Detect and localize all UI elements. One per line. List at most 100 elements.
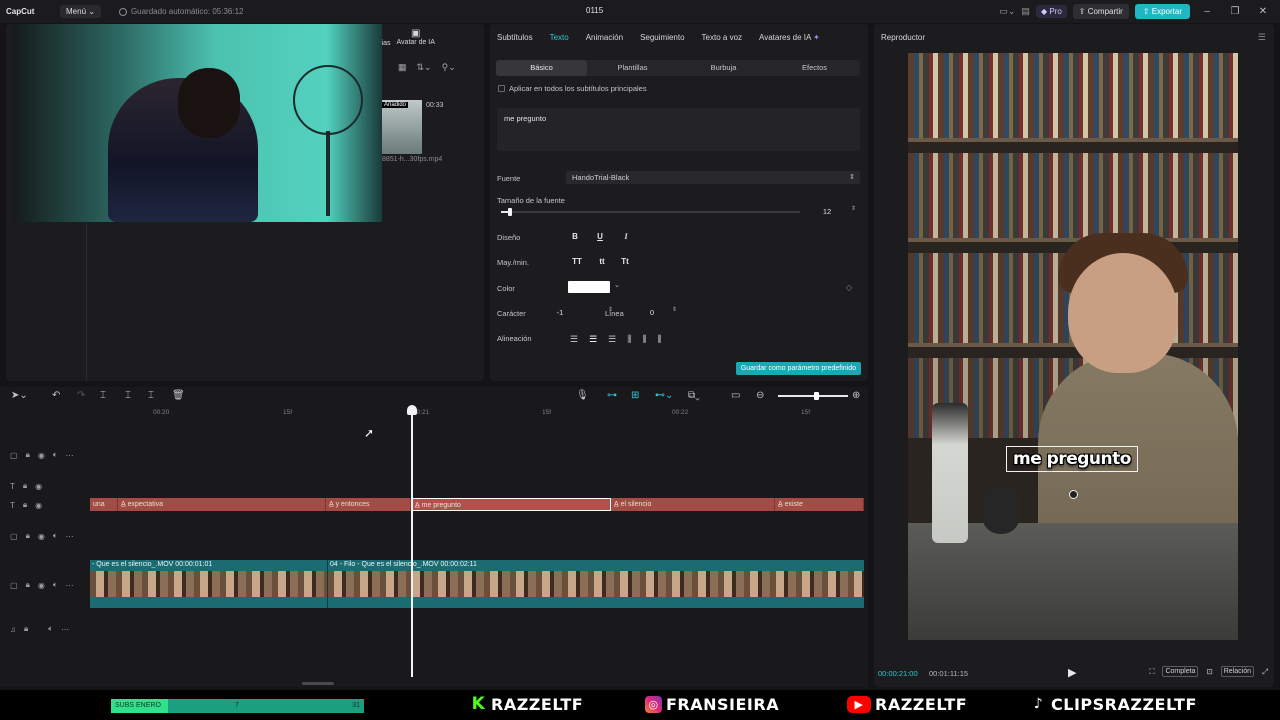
align-left-icon[interactable]: ☰ xyxy=(570,334,578,345)
preview-axis-icon[interactable]: ⊷⌄ xyxy=(655,390,673,401)
play-icon[interactable]: ▶ xyxy=(1068,666,1076,679)
tab-avatar[interactable]: ▣ Avatar de IA xyxy=(397,28,435,47)
lock-icon[interactable]: 🔒︎ xyxy=(26,450,30,460)
tab-text[interactable]: Texto xyxy=(550,33,569,42)
more-icon[interactable]: ⋯ xyxy=(61,625,69,634)
text-clip[interactable]: A̲ y entonces xyxy=(326,498,411,511)
chevron-down-icon[interactable]: ⌄ xyxy=(614,281,620,289)
eye-icon[interactable]: ◉ xyxy=(35,501,42,510)
eye-icon[interactable]: ◉ xyxy=(38,451,45,460)
magnet-icon[interactable]: ⊶ xyxy=(607,390,617,401)
keyframe-icon[interactable]: ◇ xyxy=(846,283,852,292)
speaker-icon[interactable]: 🔈︎ xyxy=(53,531,58,541)
zoom-in-icon[interactable]: ⊕ xyxy=(852,390,860,401)
lock-icon[interactable]: 🔒︎ xyxy=(23,500,27,510)
zoom-slider[interactable] xyxy=(778,392,848,400)
sort-icon[interactable]: ⇅⌄ xyxy=(417,62,432,73)
text-clip[interactable]: una xyxy=(90,498,118,511)
layout-icon[interactable]: ▭⌄ xyxy=(999,6,1015,17)
font-size-stepper-icon[interactable]: ⇕ xyxy=(851,205,856,212)
line-stepper-icon[interactable]: ⇕ xyxy=(672,306,677,313)
filter-icon[interactable]: ⚲⌄ xyxy=(442,62,456,73)
menu-icon[interactable]: ☰ xyxy=(1258,32,1266,43)
character-spacing-value[interactable]: -1 xyxy=(550,306,570,319)
text-clip[interactable]: A̲ expectativa xyxy=(118,498,326,511)
video-clip[interactable]: 04 - Filo - Que es el silencio_.MOV 00:0… xyxy=(327,560,864,608)
align-top-icon[interactable]: ⫼ xyxy=(627,334,631,345)
tab-text-to-speech[interactable]: Texto a voz xyxy=(702,33,742,42)
restore-icon[interactable]: ❐ xyxy=(1224,6,1246,17)
split-icon[interactable]: ⌶ xyxy=(100,390,106,401)
media-thumbnail[interactable] xyxy=(382,100,422,154)
font-size-slider[interactable] xyxy=(501,208,800,216)
save-preset-button[interactable]: Guardar como parámetro predefinido xyxy=(735,362,861,375)
export-button[interactable]: ⇧ Exportar xyxy=(1134,4,1190,19)
ratio-button[interactable]: Relación xyxy=(1220,666,1254,677)
lock-icon[interactable]: 🔒︎ xyxy=(23,481,27,491)
subtab-effects[interactable]: Efectos xyxy=(769,60,860,76)
lock-icon[interactable]: 🔒︎ xyxy=(24,624,28,634)
video-clip[interactable]: - Que es el silencio_.MOV 00:00:01:01 xyxy=(90,560,327,608)
delete-left-icon[interactable]: ⌶ xyxy=(125,390,131,401)
subtab-bubble[interactable]: Burbuja xyxy=(678,60,769,76)
grid-view-icon[interactable]: ▦ xyxy=(398,62,407,73)
text-clip[interactable]: A̲ el silencio xyxy=(611,498,775,511)
underline-button[interactable]: U xyxy=(593,230,607,244)
font-select[interactable]: HandoTrial-Black ⇕ xyxy=(566,171,860,184)
video-preview[interactable]: me pregunto xyxy=(908,53,1238,640)
more-icon[interactable]: ⋯ xyxy=(66,581,74,590)
uppercase-button[interactable]: TT xyxy=(570,255,584,269)
speaker-icon[interactable]: 🔈︎ xyxy=(53,450,58,460)
fullscreen-icon[interactable]: ⤢ xyxy=(1262,667,1268,677)
share-button[interactable]: ⇪ Compartir xyxy=(1072,4,1129,19)
bold-button[interactable]: B xyxy=(568,230,582,244)
tab-tracking[interactable]: Seguimiento xyxy=(640,33,684,42)
select-tool-icon[interactable]: ➤⌄ xyxy=(11,390,28,401)
align-middle-icon[interactable]: ⫼ xyxy=(642,334,646,345)
menu-button[interactable]: Menú ⌄ xyxy=(60,5,101,18)
caption-text[interactable]: me pregunto xyxy=(1006,446,1138,472)
speaker-icon[interactable]: 🔈︎ xyxy=(53,580,58,590)
eye-icon[interactable]: ◉ xyxy=(38,532,45,541)
apply-all-checkbox[interactable] xyxy=(498,85,505,92)
align-center-icon[interactable]: ☰ xyxy=(589,334,597,345)
subtitle-icon[interactable]: ▭ xyxy=(731,390,740,401)
zoom-thumb[interactable] xyxy=(814,392,819,400)
playhead[interactable] xyxy=(411,407,413,677)
delete-right-icon[interactable]: ⌶ xyxy=(148,390,154,401)
microphone-icon[interactable]: 🎙 xyxy=(576,390,589,401)
timeline-scrollbar[interactable] xyxy=(302,682,334,685)
lowercase-button[interactable]: tt xyxy=(595,255,609,269)
subtitle-text-input[interactable]: me pregunto xyxy=(497,108,860,151)
speaker-icon[interactable]: 🔈︎ xyxy=(48,624,53,634)
trash-icon[interactable]: 🗑 xyxy=(172,390,185,401)
font-size-value[interactable]: 12 xyxy=(820,205,834,218)
close-icon[interactable]: ✕ xyxy=(1252,6,1274,17)
timeline-ruler[interactable]: 00:20 15f 00:21 15f 00:22 15f xyxy=(90,407,868,421)
playhead-handle[interactable] xyxy=(407,405,417,415)
color-swatch[interactable] xyxy=(568,281,610,293)
apply-all-option[interactable]: Aplicar en todos los subtítulos principa… xyxy=(498,84,647,93)
line-spacing-value[interactable]: 0 xyxy=(642,306,662,319)
undo-icon[interactable]: ↶ xyxy=(52,390,60,401)
link-icon[interactable]: ⊞ xyxy=(631,390,639,401)
screenshot-icon[interactable]: ⊡ xyxy=(1206,667,1212,676)
tab-ai-avatars[interactable]: Avatares de IA ✦ xyxy=(759,33,820,42)
zoom-out-icon[interactable]: ⊖ xyxy=(756,390,764,401)
split-screen-icon[interactable]: ⧉⌄ xyxy=(688,390,700,401)
more-icon[interactable]: ⋯ xyxy=(66,532,74,541)
tab-subtitles[interactable]: Subtítulos xyxy=(497,33,533,42)
font-size-slider-thumb[interactable] xyxy=(507,208,512,216)
text-clip[interactable]: A̲ existe xyxy=(775,498,864,511)
subtab-basic[interactable]: Básico xyxy=(496,60,587,76)
eye-icon[interactable]: ◉ xyxy=(35,482,42,491)
rotate-handle-icon[interactable] xyxy=(1069,490,1078,499)
more-icon[interactable]: ⋯ xyxy=(66,451,74,460)
titlecase-button[interactable]: Tt xyxy=(618,255,632,269)
pro-badge[interactable]: ◆ Pro xyxy=(1035,5,1067,18)
quality-button[interactable]: Completa xyxy=(1162,666,1199,677)
align-bottom-icon[interactable]: ⫼ xyxy=(658,334,662,345)
shortcuts-icon[interactable]: ▤ xyxy=(1021,6,1030,17)
eye-icon[interactable]: ◉ xyxy=(38,581,45,590)
lock-icon[interactable]: 🔒︎ xyxy=(26,580,30,590)
